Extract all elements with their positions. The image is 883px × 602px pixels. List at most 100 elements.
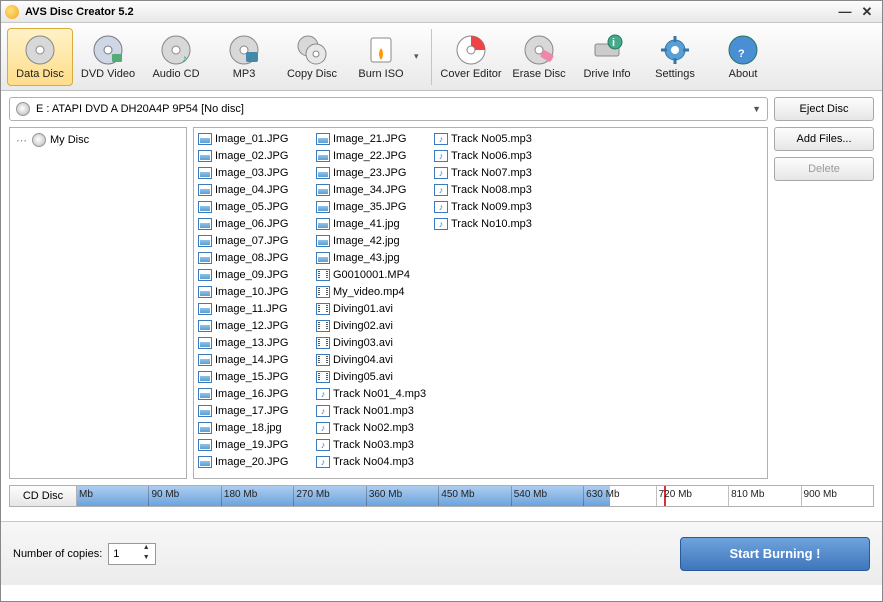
file-item[interactable]: Track No06.mp3 [432,147,550,164]
file-item[interactable]: Image_01.JPG [196,130,314,147]
file-name: Image_02.JPG [215,150,288,162]
spinner-up[interactable]: ▲ [139,544,153,554]
file-name: Image_16.JPG [215,388,288,400]
file-item[interactable]: My_video.mp4 [314,283,432,300]
file-item[interactable]: Image_15.JPG [196,368,314,385]
file-item[interactable]: Track No08.mp3 [432,181,550,198]
image-file-icon [198,303,212,315]
file-item[interactable]: Image_21.JPG [314,130,432,147]
image-file-icon [198,320,212,332]
file-item[interactable]: Image_41.jpg [314,215,432,232]
file-item[interactable]: Image_02.JPG [196,147,314,164]
file-item[interactable]: Track No01.mp3 [314,402,432,419]
audio-cd-button[interactable]: ♪ Audio CD [143,28,209,86]
file-item[interactable]: Image_08.JPG [196,249,314,266]
file-item[interactable]: Image_18.jpg [196,419,314,436]
image-file-icon [198,167,212,179]
image-file-icon [198,252,212,264]
drive-info-button[interactable]: i Drive Info [574,28,640,86]
file-item[interactable]: Diving05.avi [314,368,432,385]
file-item[interactable]: Image_06.JPG [196,215,314,232]
file-item[interactable]: Track No05.mp3 [432,130,550,147]
about-button[interactable]: ? About [710,28,776,86]
add-files-button[interactable]: Add Files... [774,127,874,151]
file-item[interactable]: Image_09.JPG [196,266,314,283]
minimize-button[interactable]: — [834,5,856,19]
file-item[interactable]: Image_22.JPG [314,147,432,164]
cover-editor-button[interactable]: Cover Editor [438,28,504,86]
image-file-icon [316,167,330,179]
eject-disc-button[interactable]: Eject Disc [774,97,874,121]
file-item[interactable]: Image_20.JPG [196,453,314,470]
file-name: Track No02.mp3 [333,422,414,434]
file-item[interactable]: Image_04.JPG [196,181,314,198]
burn-iso-button[interactable]: Burn ISO ▾ [347,28,425,86]
toolbar-separator [431,29,432,85]
file-item[interactable]: Track No01_4.mp3 [314,385,432,402]
file-item[interactable]: Image_07.JPG [196,232,314,249]
disc-type-label[interactable]: CD Disc [9,485,77,507]
copy-disc-button[interactable]: Copy Disc [279,28,345,86]
file-item[interactable]: Image_42.jpg [314,232,432,249]
file-item[interactable]: Diving01.avi [314,300,432,317]
erase-disc-button[interactable]: Erase Disc [506,28,572,86]
file-item[interactable]: Image_23.JPG [314,164,432,181]
file-item[interactable]: Image_19.JPG [196,436,314,453]
file-item[interactable]: Image_43.jpg [314,249,432,266]
data-disc-button[interactable]: Data Disc [7,28,73,86]
file-item[interactable]: Diving02.avi [314,317,432,334]
file-name: Image_04.JPG [215,184,288,196]
copies-spinner[interactable]: ▲ ▼ [108,543,156,565]
file-item[interactable]: Image_11.JPG [196,300,314,317]
close-button[interactable]: ✕ [856,5,878,19]
audio-file-icon [316,405,330,417]
file-item[interactable]: Image_16.JPG [196,385,314,402]
file-item[interactable]: Diving04.avi [314,351,432,368]
file-item[interactable]: Track No10.mp3 [432,215,550,232]
file-item[interactable]: Image_10.JPG [196,283,314,300]
copies-input[interactable] [109,548,139,560]
file-item[interactable]: Track No03.mp3 [314,436,432,453]
file-name: Track No06.mp3 [451,150,532,162]
image-file-icon [198,286,212,298]
file-item[interactable]: Track No09.mp3 [432,198,550,215]
file-item[interactable]: Image_14.JPG [196,351,314,368]
file-item[interactable]: Image_05.JPG [196,198,314,215]
file-item[interactable]: Image_17.JPG [196,402,314,419]
ruler-tick: 90 Mb [148,486,220,506]
mp3-button[interactable]: MP3 [211,28,277,86]
file-name: Image_18.jpg [215,422,282,434]
file-item[interactable]: Image_35.JPG [314,198,432,215]
ruler-tick-label: 360 Mb [369,489,402,500]
file-item[interactable]: Image_12.JPG [196,317,314,334]
file-item[interactable]: Image_03.JPG [196,164,314,181]
image-file-icon [198,269,212,281]
file-item[interactable]: Diving03.avi [314,334,432,351]
file-item[interactable]: Image_13.JPG [196,334,314,351]
file-item[interactable]: Track No04.mp3 [314,453,432,470]
file-name: Diving05.avi [333,371,393,383]
main-toolbar: Data Disc DVD Video ♪ Audio CD MP3 Copy … [1,23,882,91]
file-item[interactable]: Track No02.mp3 [314,419,432,436]
dvd-video-button[interactable]: DVD Video [75,28,141,86]
tree-pane[interactable]: ⋯ My Disc [9,127,187,479]
start-burning-button[interactable]: Start Burning ! [680,537,870,571]
ruler-tick: 540 Mb [511,486,583,506]
tree-root[interactable]: ⋯ My Disc [14,132,182,148]
drive-selector[interactable]: E : ATAPI DVD A DH20A4P 9P54 [No disc] ▼ [9,97,768,121]
audio-file-icon [316,439,330,451]
file-item[interactable]: Track No07.mp3 [432,164,550,181]
dropdown-arrow-icon[interactable]: ▾ [414,51,424,62]
image-file-icon [198,422,212,434]
file-item[interactable]: Image_34.JPG [314,181,432,198]
video-file-icon [316,286,330,298]
footer-bar: Number of copies: ▲ ▼ Start Burning ! [1,521,882,585]
image-file-icon [198,405,212,417]
file-list-pane[interactable]: Image_01.JPGImage_02.JPGImage_03.JPGImag… [193,127,768,479]
image-file-icon [198,235,212,247]
svg-text:?: ? [738,48,745,60]
spinner-down[interactable]: ▼ [139,554,153,564]
file-item[interactable]: G0010001.MP4 [314,266,432,283]
settings-button[interactable]: Settings [642,28,708,86]
file-name: Image_34.JPG [333,184,406,196]
